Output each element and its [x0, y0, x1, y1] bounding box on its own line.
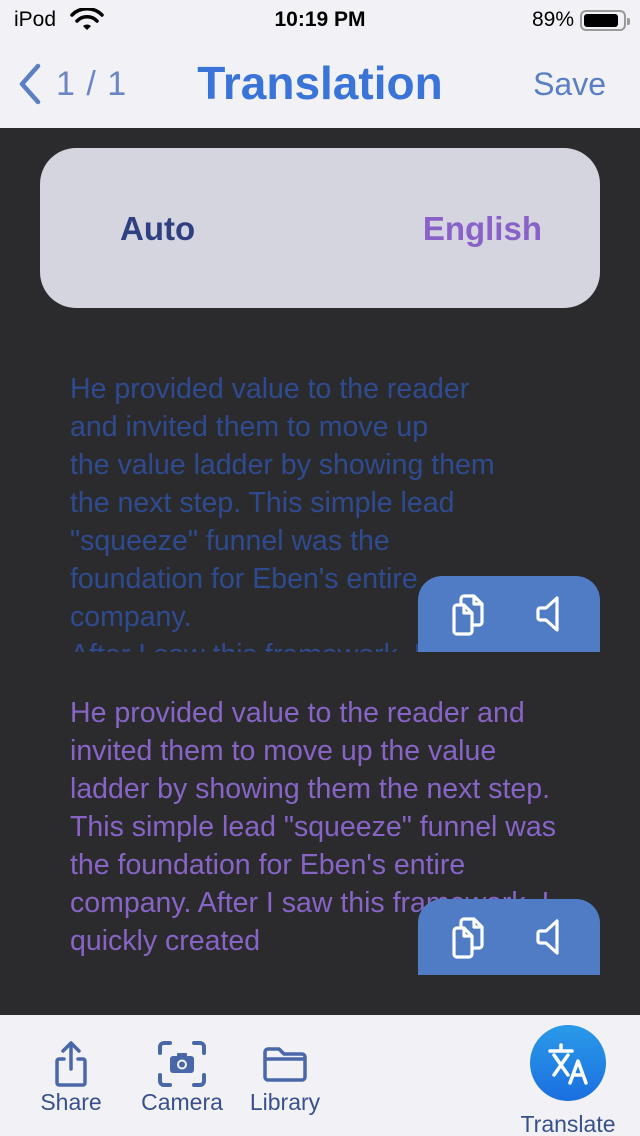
- battery-percent: 89%: [531, 8, 574, 31]
- battery-icon: [580, 10, 630, 31]
- tab-library-label: Library: [249, 1089, 321, 1115]
- chevron-left-icon: [19, 63, 41, 105]
- translate-icon: [530, 1025, 606, 1101]
- tab-library[interactable]: Library: [240, 1039, 330, 1116]
- copy-icon[interactable]: [446, 913, 494, 961]
- tab-camera[interactable]: Camera: [134, 1039, 230, 1116]
- source-language-button[interactable]: Auto: [120, 210, 195, 248]
- tab-translate[interactable]: Translate: [508, 1025, 628, 1136]
- tab-translate-label: Translate: [520, 1111, 616, 1136]
- back-button[interactable]: 1 / 1: [16, 62, 127, 106]
- save-button[interactable]: Save: [533, 66, 606, 103]
- speaker-icon[interactable]: [528, 590, 576, 638]
- nav-bar: 1 / 1 Translation Save: [0, 40, 640, 128]
- source-actions: [418, 576, 600, 652]
- page-indicator: 1 / 1: [56, 64, 128, 103]
- camera-icon: [158, 1041, 206, 1087]
- speaker-icon[interactable]: [528, 913, 576, 961]
- tab-bar: Share Camera Library Translate: [0, 1015, 640, 1136]
- tab-share-label: Share: [40, 1089, 102, 1115]
- folder-icon: [263, 1047, 307, 1082]
- translation-actions: [418, 899, 600, 975]
- target-language-button[interactable]: English: [423, 210, 542, 248]
- share-icon: [55, 1041, 87, 1087]
- copy-icon[interactable]: [446, 590, 494, 638]
- status-bar: iPod 10:19 PM 89%: [0, 0, 640, 40]
- tab-share[interactable]: Share: [28, 1039, 114, 1116]
- tab-camera-label: Camera: [141, 1089, 223, 1115]
- language-selector: Auto English: [40, 148, 600, 308]
